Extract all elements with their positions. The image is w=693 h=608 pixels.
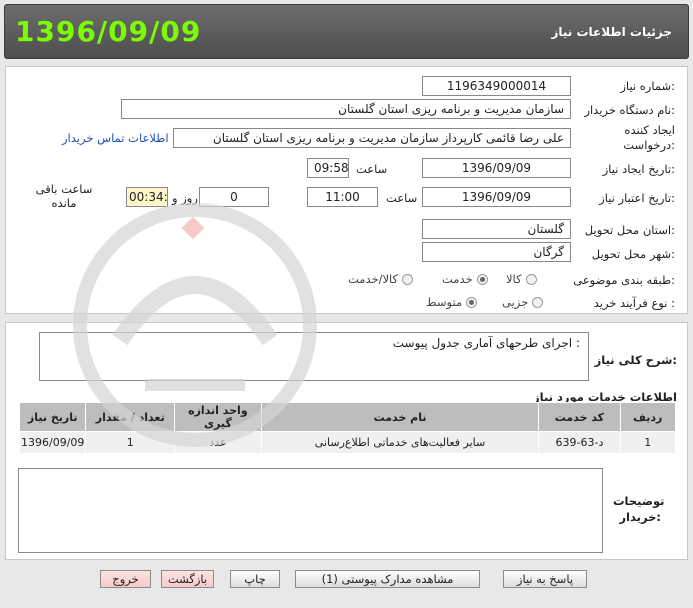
- created-date-label: تاریخ ایجاد نیاز:: [602, 162, 675, 176]
- column-header: واحد اندازه گیری: [174, 402, 262, 432]
- radio-dot-selected[interactable]: [476, 273, 488, 285]
- column-header: نام خدمت: [260, 402, 540, 432]
- title-bar: 1396/09/09 جزئیات اطلاعات نیاز: [4, 4, 689, 59]
- created-time-field[interactable]: 09:58: [307, 158, 349, 178]
- cell-service-code: د-63-639: [538, 431, 621, 454]
- process-option-medium-label: متوسط: [426, 295, 463, 309]
- category-label: طبقه بندی موضوعی:: [573, 273, 675, 287]
- buyer-notes-field[interactable]: [18, 468, 603, 553]
- cell-need-date: 1396/09/09: [18, 431, 87, 454]
- column-header: ردیف: [619, 402, 677, 432]
- services-table: تاریخ نیاز تعداد / مقدار واحد اندازه گیر…: [18, 402, 677, 454]
- city-label: شهر محل تحویل:: [591, 247, 675, 261]
- date-badge: 1396/09/09: [15, 15, 202, 48]
- days-label: روز و: [172, 191, 198, 205]
- remaining-time-label: ساعت باقی مانده: [35, 182, 93, 210]
- process-option-medium[interactable]: متوسط: [426, 295, 478, 309]
- created-date-field[interactable]: 1396/09/09: [422, 158, 571, 178]
- valid-time-field[interactable]: 11:00: [307, 187, 378, 207]
- city-field[interactable]: گرگان: [422, 242, 571, 262]
- buyer-notes-label: توضیحات خریدار:: [613, 494, 665, 524]
- need-number-field[interactable]: 1196349000014: [422, 76, 571, 96]
- created-time-label: ساعت: [356, 162, 388, 176]
- days-field[interactable]: 0: [199, 187, 269, 207]
- column-header: کد خدمت: [538, 402, 621, 432]
- column-header: تعداد / مقدار: [85, 402, 176, 432]
- radio-dot-selected[interactable]: [466, 296, 478, 308]
- process-option-minor[interactable]: جزیی: [502, 295, 544, 309]
- buyer-org-label: نام دستگاه خریدار:: [584, 103, 675, 117]
- cell-service-name: سایر فعالیت‌های خدماتی اطلاع‌رسانی: [260, 431, 540, 454]
- valid-date-label: تاریخ اعتبار نیاز:: [599, 191, 675, 205]
- need-number-label: شماره نیاز:: [620, 79, 675, 93]
- column-header: تاریخ نیاز: [18, 402, 87, 432]
- category-option-goods[interactable]: کالا: [506, 272, 537, 286]
- category-option-service-label: خدمت: [442, 272, 473, 286]
- description-field[interactable]: اجرای طرحهای آماری جدول پیوست :: [39, 332, 589, 381]
- cell-unit: عدد: [174, 431, 262, 454]
- view-attachments-button[interactable]: مشاهده مدارک پیوستی (1): [295, 570, 480, 588]
- radio-dot[interactable]: [402, 273, 414, 285]
- exit-button[interactable]: خروج: [100, 570, 151, 588]
- cell-row-number: 1: [619, 431, 677, 454]
- category-option-goods-label: کالا: [506, 272, 522, 286]
- category-option-goods-service-label: کالا/خدمت: [348, 272, 399, 286]
- process-label: نوع فرآیند خرید :: [593, 296, 675, 310]
- table-row: 1396/09/09 1 عدد سایر فعالیت‌های خدماتی …: [18, 431, 677, 454]
- need-info-panel: شماره نیاز: 1196349000014 نام دستگاه خری…: [5, 66, 688, 314]
- print-button[interactable]: چاپ: [230, 570, 280, 588]
- description-label: شرح کلی نیاز:: [594, 353, 677, 367]
- valid-date-field[interactable]: 1396/09/09: [422, 187, 571, 207]
- reply-to-need-button[interactable]: پاسخ به نیاز: [503, 570, 587, 588]
- creator-field[interactable]: علی رضا قائمی کارپرداز سازمان مدیریت و ب…: [173, 128, 571, 148]
- cell-quantity: 1: [85, 431, 176, 454]
- province-field[interactable]: گلستان: [422, 219, 571, 239]
- radio-dot[interactable]: [525, 273, 537, 285]
- category-option-service[interactable]: خدمت: [442, 272, 488, 286]
- buyer-contact-link[interactable]: اطلاعات تماس خریدار: [62, 131, 169, 145]
- process-option-minor-label: جزیی: [502, 295, 529, 309]
- page-title: جزئیات اطلاعات نیاز: [551, 25, 672, 39]
- buyer-org-field[interactable]: سازمان مدیریت و برنامه ریزی استان گلستان: [121, 99, 571, 119]
- category-option-goods-service[interactable]: کالا/خدمت: [348, 272, 414, 286]
- services-panel: شرح کلی نیاز: اجرای طرحهای آماری جدول پی…: [5, 322, 688, 560]
- back-button[interactable]: بازگشت: [161, 570, 214, 588]
- valid-time-label: ساعت: [386, 191, 418, 205]
- remaining-time-field: 00:34:21: [126, 187, 168, 207]
- province-label: استان محل تحویل:: [584, 223, 675, 237]
- creator-label: ایجاد کننده درخواست:: [623, 123, 675, 152]
- table-header-row: تاریخ نیاز تعداد / مقدار واحد اندازه گیر…: [18, 402, 677, 432]
- radio-dot[interactable]: [532, 296, 544, 308]
